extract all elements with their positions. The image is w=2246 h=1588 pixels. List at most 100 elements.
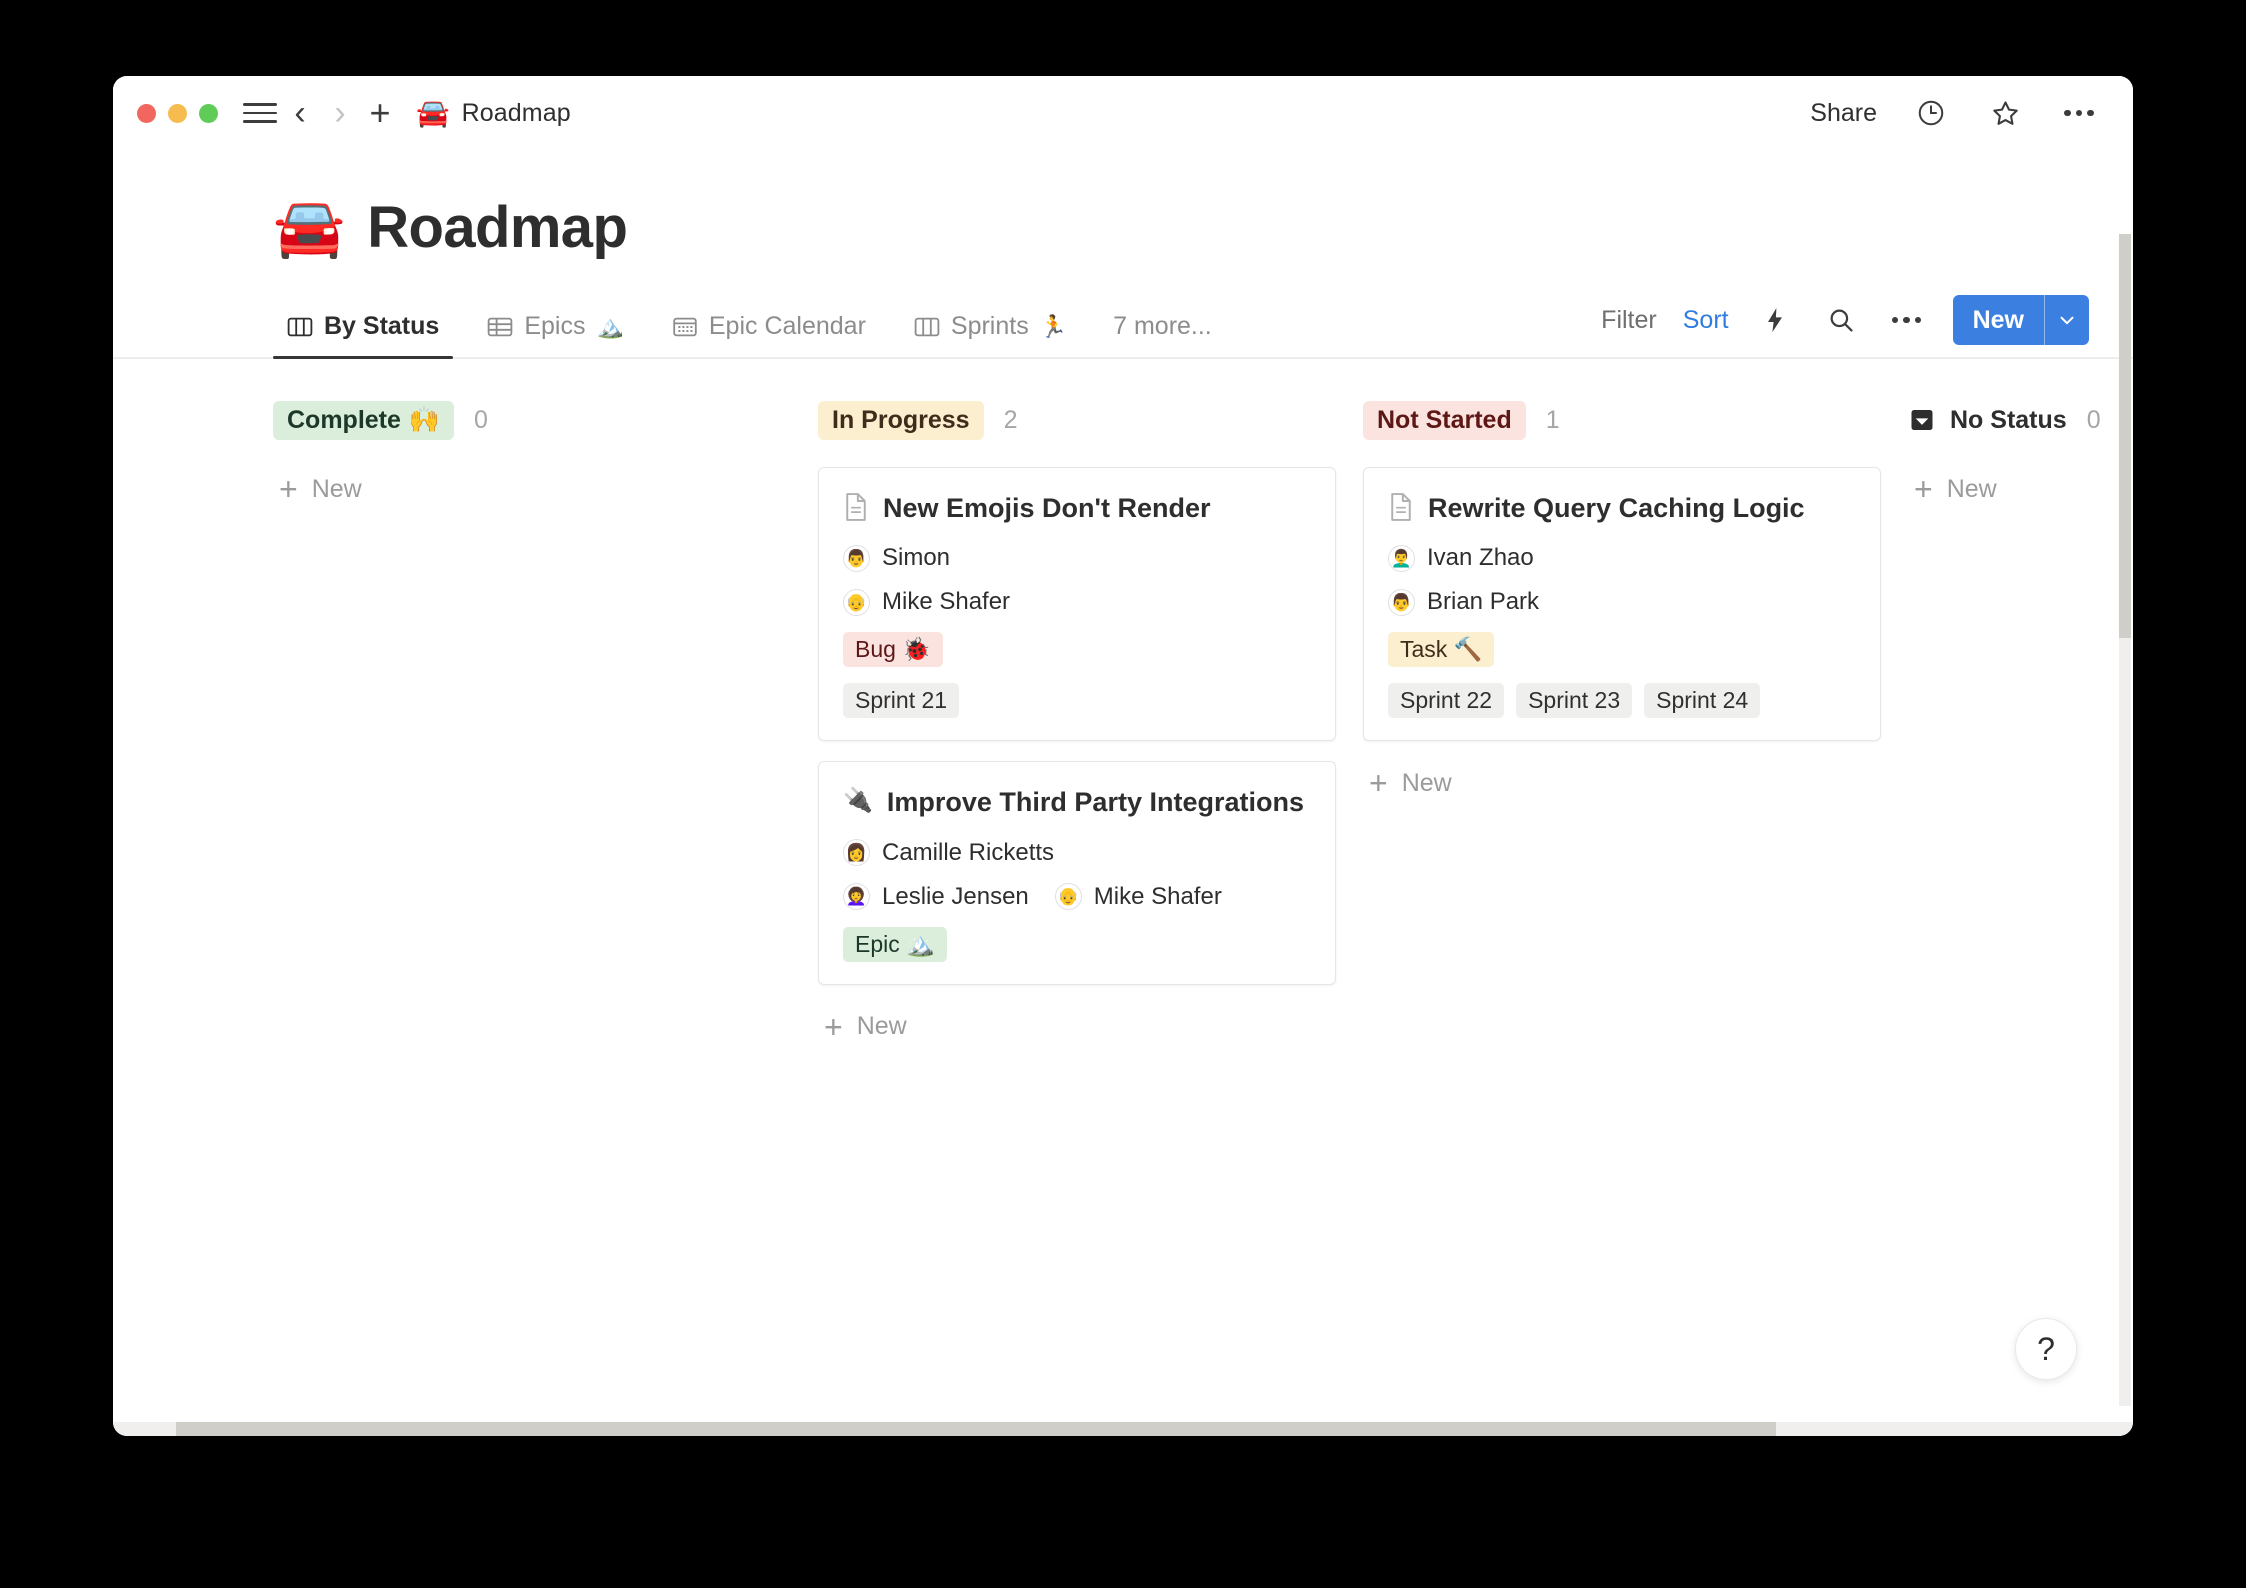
status-label: Complete [287, 406, 401, 435]
automation-button[interactable] [1755, 296, 1795, 344]
chevron-right-icon: › [334, 96, 345, 130]
chevron-down-icon [2056, 309, 2078, 331]
kanban-board: Complete 🙌 0 + New In Progress [113, 359, 2133, 1043]
status-badge[interactable]: In Progress [818, 401, 984, 440]
page-icon [1388, 492, 1414, 522]
search-icon [1827, 306, 1855, 334]
scrollbar-thumb[interactable] [2119, 234, 2131, 638]
avatar: 👩 [843, 839, 870, 866]
tab-label: Epic Calendar [709, 312, 866, 341]
scrollbar-thumb[interactable] [176, 1422, 1776, 1436]
view-more-button[interactable] [1887, 296, 1927, 344]
forward-button[interactable]: › [320, 89, 360, 137]
avatar: 👴 [843, 589, 870, 616]
add-card-button[interactable]: + New [273, 467, 818, 505]
tab-by-status[interactable]: By Status [273, 312, 453, 357]
sprint-badge[interactable]: Sprint 23 [1516, 683, 1632, 718]
status-badge[interactable]: No Status [1908, 406, 2067, 435]
sort-button[interactable]: Sort [1683, 306, 1729, 335]
avatar: 👨 [1388, 589, 1415, 616]
inbox-icon [1908, 407, 1936, 433]
type-badge[interactable]: Epic 🏔️ [843, 927, 947, 962]
view-tabs: By Status Epics 🏔️ [113, 297, 2133, 359]
person[interactable]: 👨‍🦱 Ivan Zhao [1388, 544, 1534, 572]
card-tag-row: Bug 🐞 [843, 632, 1311, 667]
person[interactable]: 👩‍🦱 Leslie Jensen [843, 883, 1029, 911]
maximize-button[interactable] [199, 104, 218, 123]
sidebar-toggle-button[interactable] [240, 89, 280, 137]
plus-icon: + [1369, 767, 1388, 799]
card-title-row: Rewrite Query Caching Logic [1388, 492, 1856, 524]
person[interactable]: 👨 Brian Park [1388, 588, 1539, 616]
new-page-button[interactable]: + [360, 89, 400, 137]
tab-epic-calendar[interactable]: Epic Calendar [658, 312, 880, 357]
person-name: Mike Shafer [1094, 883, 1222, 911]
sprint-badge[interactable]: Sprint 21 [843, 683, 959, 718]
chevron-left-icon: ‹ [294, 96, 305, 130]
titlebar: ‹ › + 🚘 Roadmap Share [113, 76, 2133, 150]
sprint-badge[interactable]: Sprint 24 [1644, 683, 1760, 718]
column-header: No Status 0 [1908, 399, 2133, 441]
tab-sprints[interactable]: Sprints 🏃 [900, 312, 1081, 357]
card-title: Rewrite Query Caching Logic [1428, 492, 1805, 524]
sprint-badge[interactable]: Sprint 22 [1388, 683, 1504, 718]
board-card[interactable]: 🔌 Improve Third Party Integrations 👩 Cam… [818, 761, 1336, 984]
minimize-button[interactable] [168, 104, 187, 123]
add-card-label: New [1947, 475, 1997, 504]
column-header: Complete 🙌 0 [273, 399, 818, 441]
status-label: No Status [1950, 406, 2067, 435]
share-button[interactable]: Share [1810, 99, 1877, 128]
horizontal-scrollbar[interactable] [113, 1422, 2133, 1436]
page-content: 🚘 Roadmap By Status [113, 150, 2133, 1436]
column-count: 0 [474, 406, 488, 435]
status-badge[interactable]: Not Started [1363, 401, 1526, 440]
help-button[interactable]: ? [2015, 1318, 2077, 1380]
status-badge[interactable]: Complete 🙌 [273, 401, 454, 440]
new-button[interactable]: New [1953, 295, 2044, 345]
card-title: New Emojis Don't Render [883, 492, 1210, 524]
breadcrumb[interactable]: 🚘 Roadmap [416, 99, 571, 128]
board-icon [914, 315, 940, 339]
raising-hands-icon: 🙌 [409, 406, 440, 435]
search-button[interactable] [1821, 296, 1861, 344]
type-badge[interactable]: Bug 🐞 [843, 632, 943, 667]
card-title: Improve Third Party Integrations [887, 786, 1304, 818]
page-icon-car-icon[interactable]: 🚘 [273, 199, 345, 257]
star-icon [1990, 98, 2021, 129]
history-button[interactable] [1911, 89, 1951, 137]
filter-button[interactable]: Filter [1601, 306, 1657, 335]
board-column-in-progress: In Progress 2 [818, 399, 1363, 1043]
favorite-button[interactable] [1985, 89, 2025, 137]
person[interactable]: 👩 Camille Ricketts [843, 839, 1054, 867]
close-button[interactable] [137, 104, 156, 123]
card-people-row: 👩‍🦱 Leslie Jensen 👴 Mike Shafer [843, 883, 1311, 911]
titlebar-more-button[interactable] [2059, 89, 2099, 137]
add-card-button[interactable]: + New [1908, 467, 2133, 505]
tab-label: Sprints [951, 312, 1029, 341]
person[interactable]: 👴 Mike Shafer [843, 588, 1010, 616]
plus-icon: + [824, 1011, 843, 1043]
view-toolbar: Filter Sort [1601, 295, 2133, 357]
person-name: Simon [882, 544, 950, 572]
column-header: Not Started 1 [1363, 399, 1908, 441]
person[interactable]: 👴 Mike Shafer [1055, 883, 1222, 911]
back-button[interactable]: ‹ [280, 89, 320, 137]
hamburger-icon [243, 103, 277, 123]
type-badge[interactable]: Task 🔨 [1388, 632, 1494, 667]
add-card-button[interactable]: + New [1363, 761, 1908, 799]
board-card[interactable]: New Emojis Don't Render 👨 Simon 👴 Mik [818, 467, 1336, 741]
board-card[interactable]: Rewrite Query Caching Logic 👨‍🦱 Ivan Zha… [1363, 467, 1881, 741]
screen: ‹ › + 🚘 Roadmap Share [0, 0, 2246, 1588]
board-icon [287, 315, 313, 339]
vertical-scrollbar[interactable] [2119, 234, 2131, 1406]
page-title[interactable]: Roadmap [367, 194, 627, 261]
person[interactable]: 👨 Simon [843, 544, 950, 572]
clock-icon [1916, 98, 1946, 128]
tabs-more-button[interactable]: 7 more... [1101, 312, 1218, 357]
add-card-button[interactable]: + New [818, 1005, 1363, 1043]
tab-epics[interactable]: Epics 🏔️ [473, 312, 638, 357]
card-title-row: New Emojis Don't Render [843, 492, 1311, 524]
card-people-row: 👨‍🦱 Ivan Zhao [1388, 544, 1856, 572]
new-dropdown-button[interactable] [2045, 295, 2089, 345]
person-name: Ivan Zhao [1427, 544, 1534, 572]
